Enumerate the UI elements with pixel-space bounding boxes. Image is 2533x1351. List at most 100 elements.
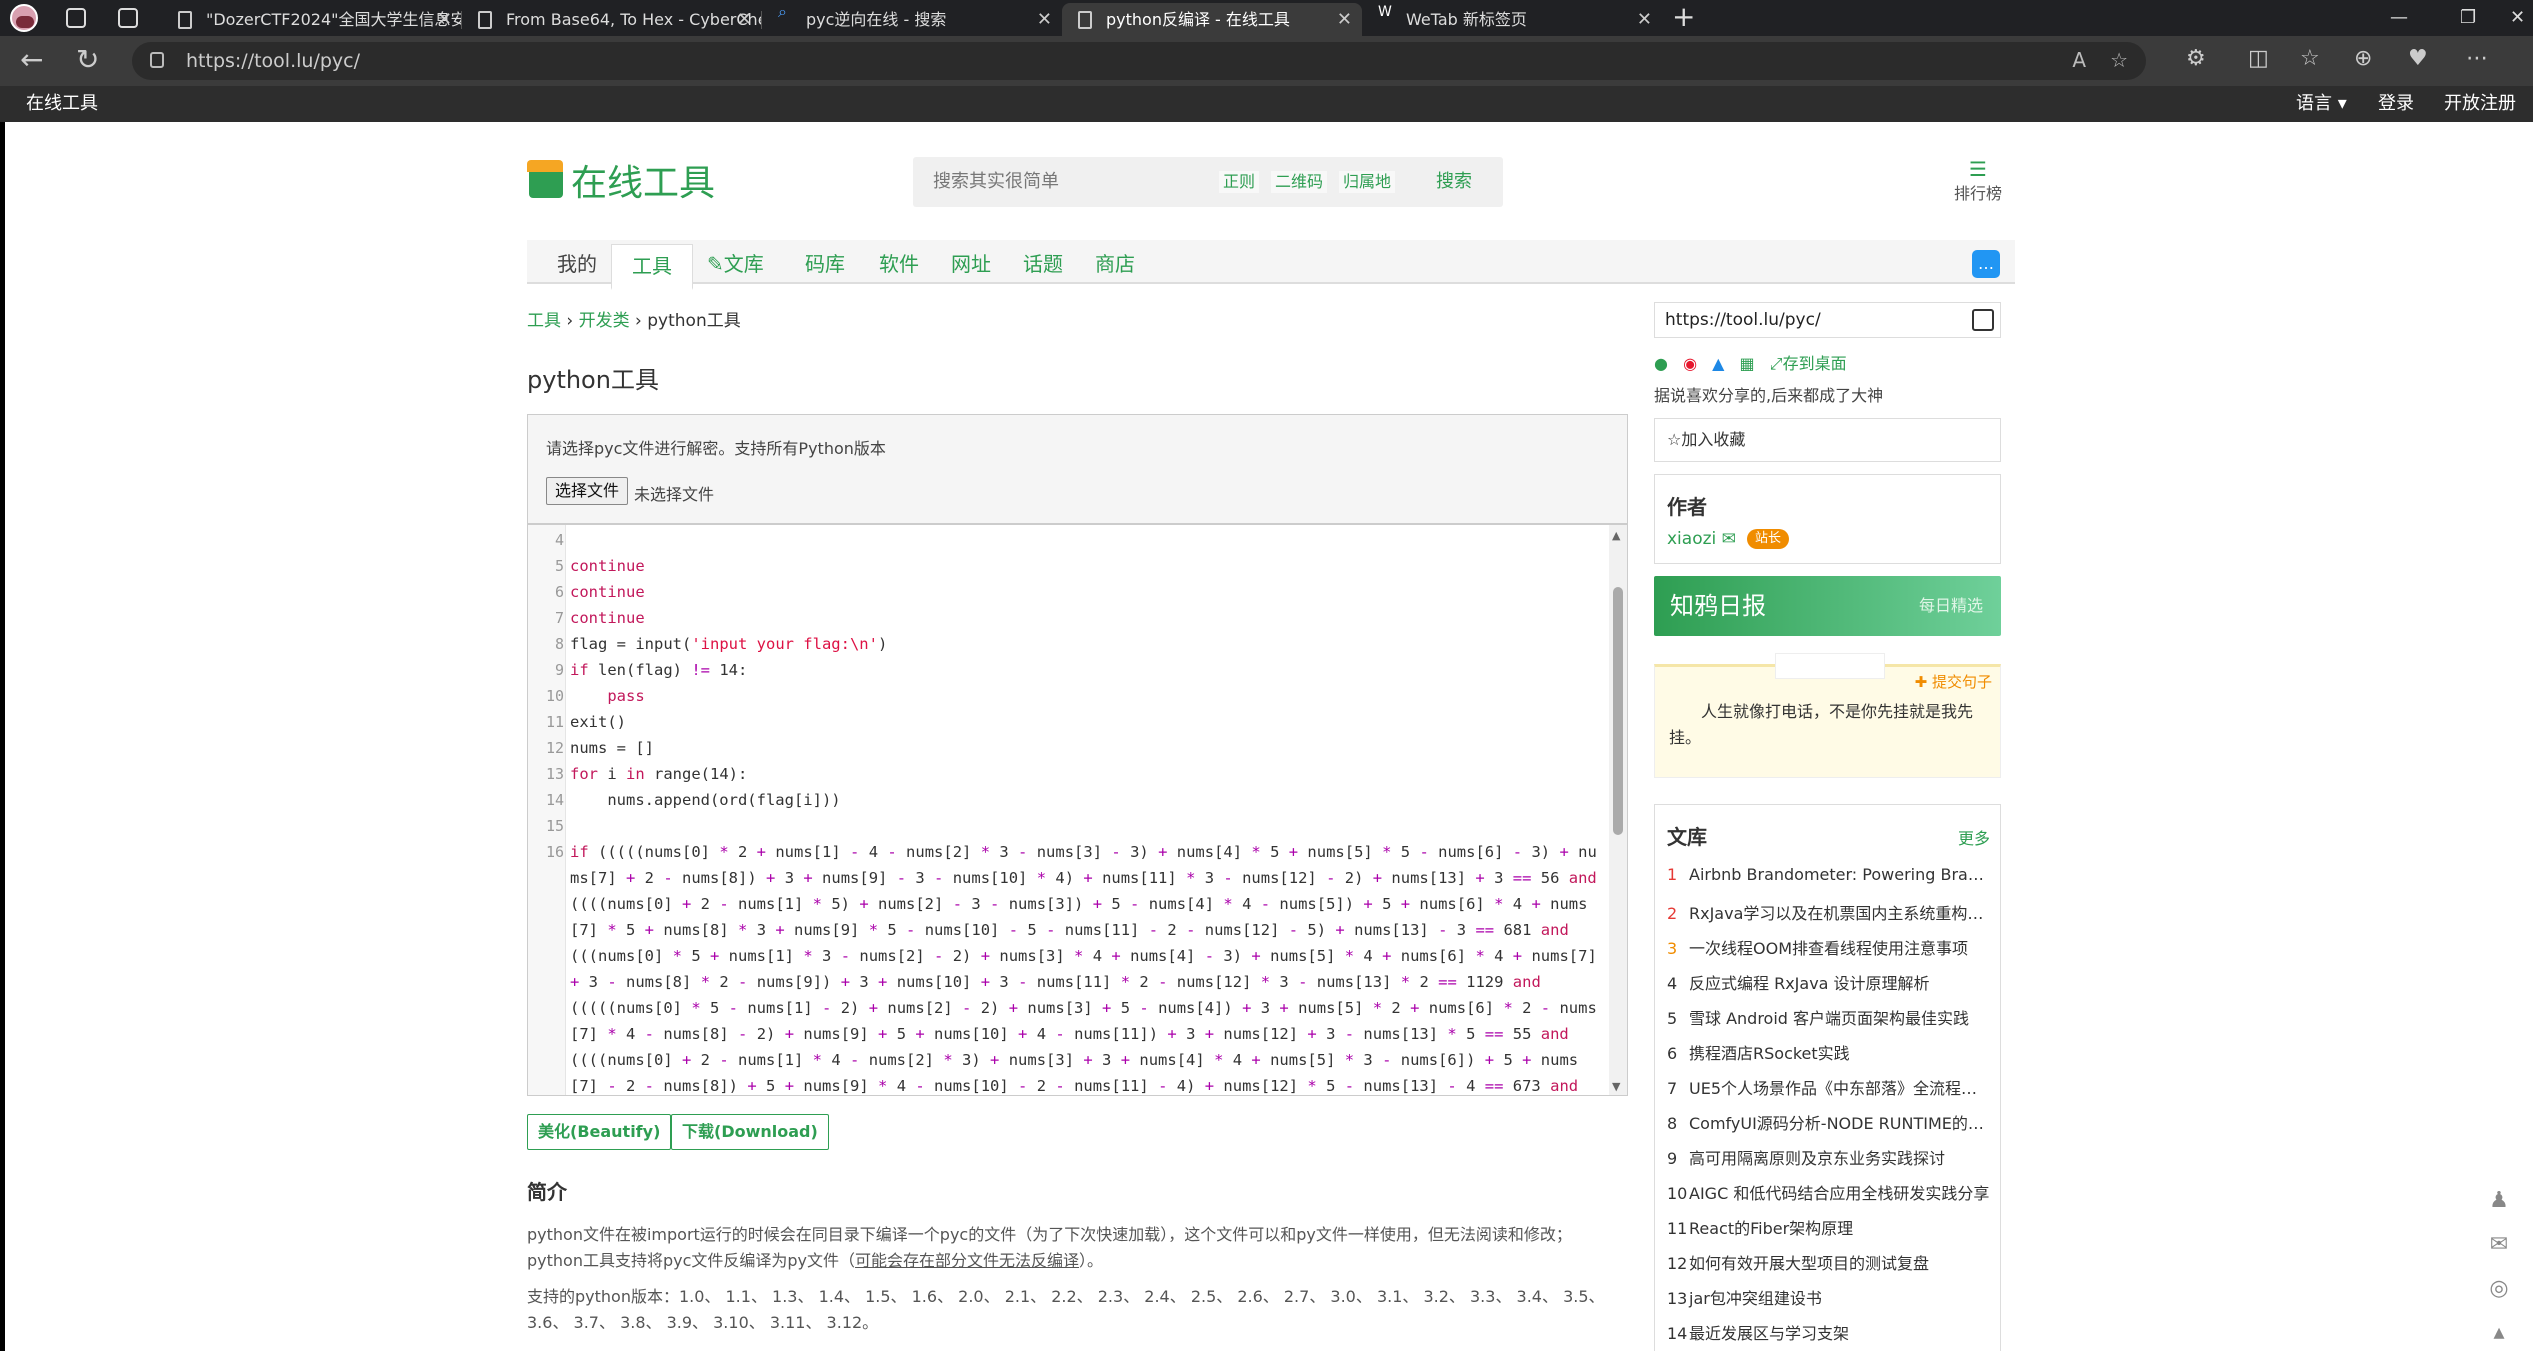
wenku-title: 雪球 Android 客户端页面架构最佳实践 — [1689, 1009, 1970, 1028]
scroll-up-icon[interactable]: ▲ — [1612, 529, 1620, 542]
beautify-button[interactable]: 美化(Beautify) — [527, 1114, 672, 1150]
workspaces-icon[interactable] — [66, 8, 86, 28]
wenku-more-link[interactable]: 更多 — [1958, 825, 1990, 849]
nav-tools[interactable]: 工具 — [611, 244, 693, 290]
language-menu[interactable]: 语言 ▾ — [2296, 86, 2347, 122]
scroll-down-icon[interactable]: ▼ — [1612, 1080, 1620, 1093]
breadcrumb-dev[interactable]: 开发类 — [579, 311, 630, 331]
code-scrollbar[interactable]: ▲ ▼ — [1609, 525, 1627, 1095]
intro-link[interactable]: 可能会存在部分文件无法反编译 — [855, 1251, 1079, 1270]
wenku-item[interactable]: 3 一次线程OOM排查看线程使用注意事项 — [1667, 935, 1992, 959]
split-screen-icon[interactable]: ◫ — [2248, 46, 2269, 71]
url-field[interactable]: https://tool.lu/pyc/ A ☆ — [132, 42, 2146, 80]
wenku-item[interactable]: 9 高可用隔离原则及京东业务实践探讨 — [1667, 1145, 1992, 1169]
wechat-icon[interactable]: ● — [1654, 354, 1668, 373]
performance-icon[interactable]: ♥ — [2408, 46, 2428, 71]
download-button[interactable]: 下载(Download) — [671, 1114, 829, 1150]
search-button[interactable]: 搜索 — [1436, 157, 1472, 207]
wechat-float-icon[interactable]: ✉ — [2484, 1232, 2514, 1276]
weibo-float-icon[interactable]: ◎ — [2484, 1276, 2514, 1320]
line-number: 15 — [545, 817, 564, 835]
wenku-title: ComfyUI源码分析-NODE RUNTIME的实现 — [1689, 1114, 1992, 1133]
wenku-item[interactable]: 6 携程酒店RSocket实践 — [1667, 1040, 1992, 1064]
share-tip: 据说喜欢分享的,后来都成了大神 — [1654, 386, 1884, 405]
wenku-item[interactable]: 8 ComfyUI源码分析-NODE RUNTIME的实现 — [1667, 1110, 1992, 1134]
nav-sites[interactable]: 网址 — [951, 240, 991, 288]
wenku-rank: 9 — [1667, 1149, 1678, 1168]
ranking-link[interactable]: ☰ 排行榜 — [1950, 158, 2006, 204]
more-menu-icon[interactable]: ⋯ — [2466, 46, 2488, 71]
line-number: 11 — [545, 713, 564, 731]
wenku-item[interactable]: 14 最近发展区与学习支架 — [1667, 1320, 1992, 1344]
author-name[interactable]: xiaozi ✉ — [1667, 529, 1736, 549]
tab-1[interactable]: "DozerCTF2024"全国大学生信息安 ✕ — [162, 3, 462, 36]
wenku-item[interactable]: 13 jar包冲突组建设书 — [1667, 1285, 1992, 1309]
tab-close-icon[interactable]: ✕ — [737, 3, 752, 36]
search-input[interactable]: 搜索其实很简单 — [933, 157, 1059, 207]
close-window-button[interactable]: ✕ — [2510, 0, 2525, 36]
nav-mine[interactable]: 我的 — [557, 240, 597, 288]
scroll-thumb[interactable] — [1613, 587, 1623, 835]
tab-close-icon[interactable]: ✕ — [1337, 3, 1352, 36]
list-icon: ☰ — [1969, 157, 1987, 181]
qrcode-icon[interactable]: ▦ — [1740, 354, 1755, 373]
nav-store[interactable]: 商店 — [1095, 240, 1135, 288]
wenku-item[interactable]: 5 雪球 Android 客户端页面架构最佳实践 — [1667, 1005, 1992, 1029]
code-line: flag = input('input your flag:\n') — [570, 635, 888, 653]
maximize-button[interactable]: ❐ — [2460, 0, 2476, 36]
wenku-item[interactable]: 1 Airbnb Brandometer: Powering Brand Perc… — [1667, 865, 1992, 884]
qq-icon[interactable]: ▲ — [1712, 354, 1724, 373]
wenku-item[interactable]: 2 RxJava学习以及在机票国内主系统重构中的应用 — [1667, 900, 1992, 924]
tab-close-icon[interactable]: ✕ — [1637, 3, 1652, 36]
downloads-icon[interactable]: ⊕ — [2354, 46, 2372, 71]
submit-quote-link[interactable]: ✚ 提交句子 — [1915, 671, 1992, 692]
code-output[interactable]: 4 5 continue 6 continue 7 continue 8 flag = inpu… — [527, 524, 1628, 1096]
tab-4-active[interactable]: python反编译 - 在线工具 ✕ — [1062, 3, 1362, 36]
tab-close-icon[interactable]: ✕ — [437, 3, 452, 36]
mail-icon[interactable]: ✉ — [1722, 529, 1736, 549]
tab-2[interactable]: From Base64, To Hex - CyberChef ✕ — [462, 3, 762, 36]
favorites-icon[interactable]: ☆ — [2300, 46, 2320, 71]
weibo-icon[interactable]: ◉ — [1683, 354, 1697, 373]
nav-software[interactable]: 软件 — [879, 240, 919, 288]
tab-5[interactable]: W WeTab 新标签页 ✕ — [1362, 3, 1662, 36]
scroll-top-icon[interactable]: ▴ — [2484, 1320, 2514, 1351]
register-link[interactable]: 开放注册 — [2444, 86, 2516, 122]
wenku-item[interactable]: 12 如何有效开展大型项目的测试复盘 — [1667, 1250, 1992, 1274]
code-line: if len(flag) != 14: — [570, 661, 748, 679]
minimize-button[interactable]: — — [2390, 0, 2408, 36]
copy-icon[interactable] — [1972, 309, 1994, 331]
page-icon — [178, 11, 192, 29]
nav-topics[interactable]: 话题 — [1023, 240, 1063, 288]
refresh-icon[interactable]: ↻ — [76, 44, 99, 76]
wenku-item[interactable]: 11 React的Fiber架构原理 — [1667, 1215, 1992, 1239]
nav-wenku[interactable]: ✎文库 — [707, 240, 764, 288]
quick-link-qrcode[interactable]: 二维码 — [1271, 171, 1328, 193]
new-tab-button[interactable]: + — [1672, 0, 1695, 36]
save-desktop-link[interactable]: ⤢存到桌面 — [1770, 350, 1857, 374]
breadcrumb-tools[interactable]: 工具 — [527, 311, 561, 331]
wenku-item[interactable]: 4 反应式编程 RxJava 设计原理解析 — [1667, 970, 1992, 994]
add-favorite-button[interactable]: ☆加入收藏 — [1654, 418, 2001, 462]
choose-file-button[interactable]: 选择文件 — [546, 477, 628, 505]
wenku-title: React的Fiber架构原理 — [1689, 1219, 1854, 1238]
chat-icon[interactable]: … — [1972, 250, 2000, 278]
favorite-star-icon[interactable]: ☆ — [2110, 48, 2128, 72]
read-aloud-icon[interactable]: A — [2072, 48, 2086, 72]
nav-codelib[interactable]: 码库 — [805, 240, 845, 288]
tab-actions-icon[interactable] — [118, 8, 138, 28]
tab-3[interactable]: ⌕ pyc逆向在线 - 搜索 ✕ — [762, 3, 1062, 36]
quick-link-regex[interactable]: 正则 — [1219, 171, 1260, 193]
extensions-icon[interactable]: ⚙ — [2186, 46, 2206, 71]
qq-float-icon[interactable]: ♟ — [2484, 1188, 2514, 1232]
share-url-field[interactable]: https://tool.lu/pyc/ — [1654, 302, 2001, 338]
back-icon[interactable]: ← — [20, 44, 43, 76]
site-brand[interactable]: 在线工具 — [26, 86, 98, 122]
daily-banner[interactable]: 知鸦日报 每日精选 — [1654, 576, 2001, 636]
tab-close-icon[interactable]: ✕ — [1037, 3, 1052, 36]
wenku-item[interactable]: 7 UE5个人场景作品《中东部落》全流程分享 — [1667, 1075, 1992, 1099]
login-link[interactable]: 登录 — [2378, 86, 2414, 122]
wenku-item[interactable]: 10 AIGC 和低代码结合应用全栈研发实践分享 — [1667, 1180, 1992, 1204]
quick-link-location[interactable]: 归属地 — [1339, 171, 1396, 193]
profile-avatar[interactable] — [10, 4, 38, 32]
